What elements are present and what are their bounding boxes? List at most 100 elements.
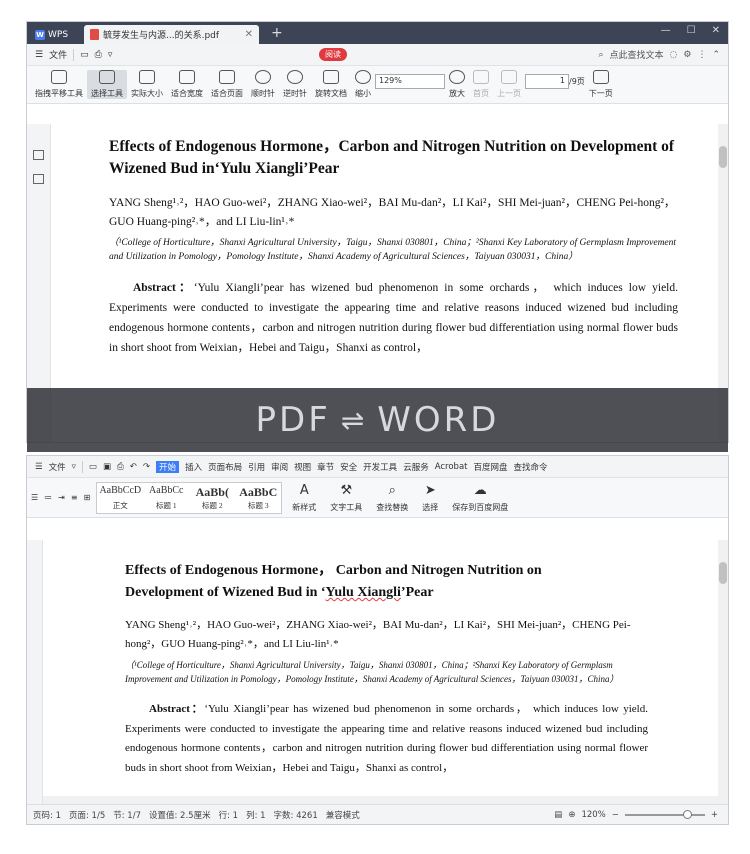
style-heading-2[interactable]: AaBb(标题 2 — [189, 483, 235, 513]
tab-cloud[interactable]: 云服务 — [403, 461, 429, 473]
hand-tool-button[interactable]: 指拽平移工具 — [31, 70, 87, 99]
new-tab-button[interactable]: + — [271, 25, 283, 41]
save-icon[interactable]: ▣ — [103, 462, 111, 472]
actual-size-button[interactable]: 实际大小 — [127, 70, 167, 99]
first-page-button[interactable]: 首页 — [469, 70, 493, 99]
file-menu[interactable]: 文件 — [49, 48, 67, 61]
find-command[interactable]: 查找命令 — [514, 461, 548, 473]
pdf-reader-window: W WPS 毓芽发生与内源...的关系.pdf ✕ + — ☐ ✕ ☰ 文件 ▭… — [27, 22, 728, 442]
style-normal[interactable]: AaBbCcD 正文 — [97, 483, 143, 513]
dropdown-chevron-icon[interactable]: ▿ — [72, 462, 76, 472]
view-mode-icon[interactable]: ▤ — [554, 810, 562, 820]
zoom-out-button[interactable]: 缩小 — [351, 70, 375, 99]
wps-home-tab[interactable]: W WPS — [31, 25, 75, 44]
save-to-baidu-button[interactable]: ☁ 保存到百度网盘 — [448, 483, 512, 513]
banner-word: WORD — [377, 400, 500, 440]
close-tab-icon[interactable]: ✕ — [245, 29, 253, 40]
tab-chapter[interactable]: 章节 — [317, 461, 334, 473]
print-icon[interactable]: ⎙ — [95, 50, 102, 60]
fit-page-button[interactable]: 适合页面 — [207, 70, 247, 99]
outline-icon[interactable] — [33, 150, 44, 160]
zoom-select[interactable]: 129% — [375, 74, 445, 89]
more-icon[interactable]: ⋮ — [697, 50, 706, 60]
tab-start[interactable]: 开始 — [156, 460, 180, 473]
minimize-icon[interactable]: — — [661, 25, 671, 36]
find-replace-button[interactable]: ⌕ 查找替换 — [372, 483, 412, 513]
horizontal-scrollbar[interactable] — [43, 796, 718, 804]
actual-size-icon — [139, 70, 155, 84]
file-menu[interactable]: 文件 — [49, 461, 66, 473]
open-folder-icon[interactable]: ▭ — [80, 50, 89, 60]
tab-review[interactable]: 审阅 — [271, 461, 288, 473]
indent-icon[interactable]: ⇥ — [58, 493, 65, 502]
tab-baidu[interactable]: 百度网盘 — [474, 461, 508, 473]
style-heading-1[interactable]: AaBbCc 标题 1 — [143, 483, 189, 513]
select-tool-button[interactable]: 选择工具 — [87, 70, 127, 99]
border-icon[interactable]: ⊞ — [84, 493, 91, 502]
tab-view[interactable]: 视图 — [294, 461, 311, 473]
search-icon[interactable]: ⌕ — [598, 50, 603, 60]
vertical-scrollbar[interactable] — [718, 540, 728, 804]
rotate-ccw-icon — [287, 70, 303, 84]
list-icon[interactable]: ☰ — [31, 493, 38, 502]
zoom-in-icon[interactable]: + — [711, 810, 718, 820]
pdf-to-word-banner: PDF ⇌ WORD — [27, 388, 728, 452]
tab-references[interactable]: 引用 — [248, 461, 265, 473]
maximize-icon[interactable]: ☐ — [687, 25, 696, 36]
read-mode-button[interactable]: 阅读 — [319, 48, 347, 61]
divider — [73, 48, 75, 61]
find-text-box[interactable]: 点此查找文本 — [610, 48, 664, 61]
hamburger-icon[interactable]: ☰ — [35, 462, 43, 472]
zoom-out-icon[interactable]: − — [612, 810, 619, 820]
scroll-thumb[interactable] — [719, 562, 727, 584]
zoom-level[interactable]: 120% — [581, 810, 605, 820]
paper-authors: YANG Sheng¹˒²，HAO Guo-wei²，ZHANG Xiao-we… — [125, 619, 631, 650]
word-editor-window: ☰ 文件 ▿ ▭ ▣ ⎙ ↶ ↷ 开始 插入 页面布局 引用 审阅 视图 章节 … — [27, 456, 728, 824]
prev-page-icon — [501, 70, 517, 84]
tab-acrobat[interactable]: Acrobat — [435, 462, 468, 472]
word-page-content[interactable]: Effects of Endogenous Hormone， Carbon an… — [43, 540, 718, 824]
rotate-cw-button[interactable]: 顺时针 — [247, 70, 279, 99]
new-style-button[interactable]: A 新样式 — [288, 483, 320, 513]
zoom-in-button[interactable]: 放大 — [445, 70, 469, 99]
undo-icon[interactable]: ↶ — [130, 462, 137, 472]
rotate-ccw-button[interactable]: 逆时针 — [279, 70, 311, 99]
style-heading-3[interactable]: AaBbC 标题 3 — [235, 483, 281, 513]
magnifier-icon: ⌕ — [388, 482, 396, 498]
print-icon[interactable]: ⎙ — [117, 462, 124, 472]
settings-gear-icon[interactable]: ⚙ — [683, 50, 691, 60]
pdf-document-tab[interactable]: 毓芽发生与内源...的关系.pdf ✕ — [84, 25, 259, 44]
wrench-icon: ⚒ — [340, 482, 353, 498]
page-number-input[interactable]: 1 — [525, 74, 569, 89]
rotate-cw-icon — [255, 70, 271, 84]
tab-developer[interactable]: 开发工具 — [363, 461, 397, 473]
zoom-slider-knob[interactable] — [682, 809, 692, 819]
hamburger-icon[interactable]: ☰ — [35, 50, 43, 60]
tab-bar: W WPS 毓芽发生与内源...的关系.pdf ✕ + — ☐ ✕ — [27, 22, 728, 44]
skin-icon[interactable]: ◌ — [670, 50, 678, 60]
zoom-slider[interactable] — [624, 809, 705, 819]
divider — [81, 460, 83, 473]
numbered-list-icon[interactable]: ≔ — [44, 493, 52, 502]
prev-page-button[interactable]: 上一页 — [493, 70, 525, 99]
close-window-icon[interactable]: ✕ — [712, 25, 720, 36]
web-view-icon[interactable]: ⊕ — [568, 810, 575, 820]
status-bar: 页码: 1 页面: 1/5 节: 1/7 设置值: 2.5厘米 行: 1 列: … — [27, 804, 728, 824]
tab-security[interactable]: 安全 — [340, 461, 357, 473]
collapse-chevron-icon[interactable]: ⌃ — [712, 50, 720, 60]
next-page-button[interactable]: 下一页 — [585, 70, 617, 99]
thumbnail-icon[interactable] — [33, 174, 44, 184]
redo-icon[interactable]: ↷ — [143, 462, 150, 472]
tab-layout[interactable]: 页面布局 — [208, 461, 242, 473]
open-icon[interactable]: ▭ — [89, 462, 97, 472]
text-tool-button[interactable]: ⚒ 文字工具 — [326, 483, 366, 513]
rotate-doc-button[interactable]: 旋转文档 — [311, 70, 351, 99]
align-icon[interactable]: ≡ — [71, 493, 78, 502]
word-page-area: Effects of Endogenous Hormone， Carbon an… — [27, 540, 728, 824]
hand-icon — [51, 70, 67, 84]
scroll-thumb[interactable] — [719, 146, 727, 168]
tab-insert[interactable]: 插入 — [185, 461, 202, 473]
dropdown-chevron-icon[interactable]: ▿ — [108, 50, 113, 60]
select-button[interactable]: ➤ 选择 — [418, 483, 442, 513]
fit-width-button[interactable]: 适合宽度 — [167, 70, 207, 99]
